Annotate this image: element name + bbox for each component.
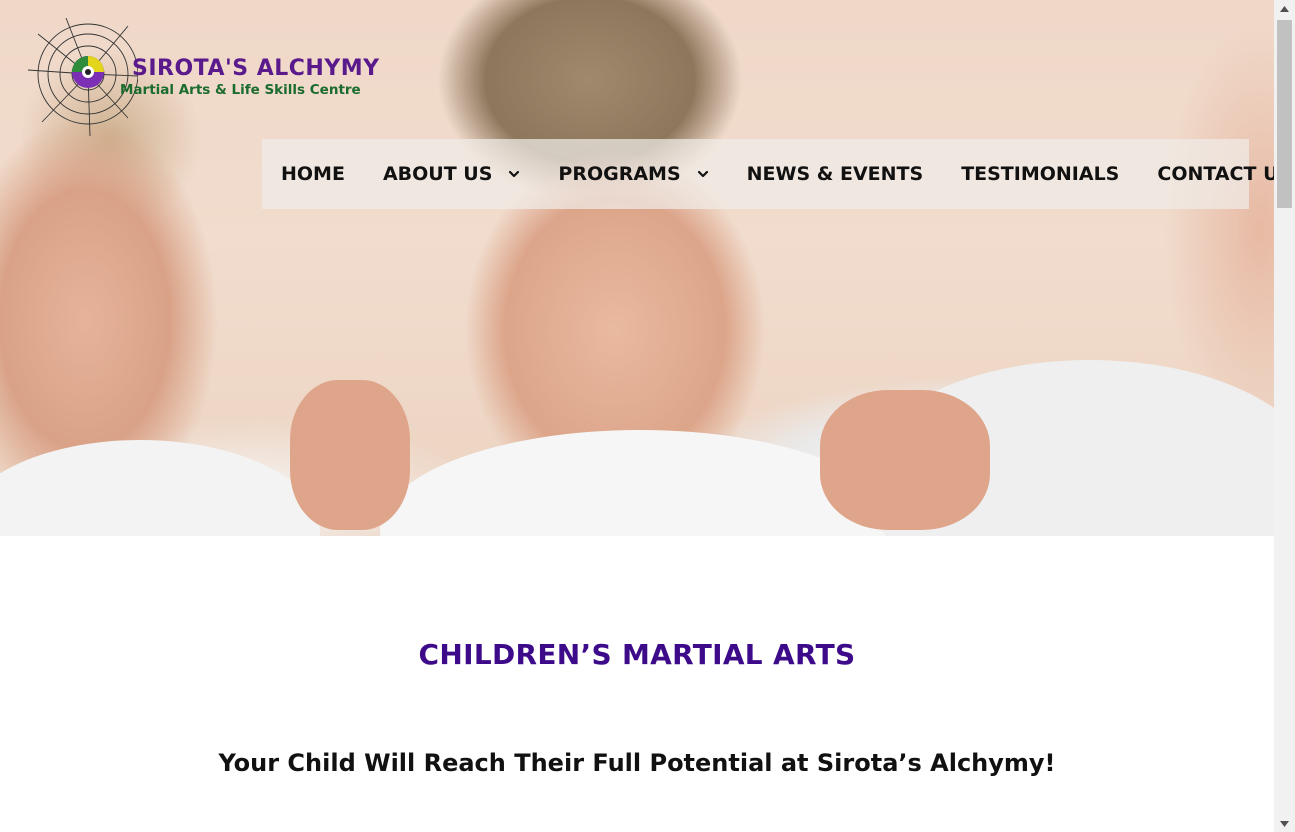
chevron-down-icon [697,170,708,178]
nav-item-label: ABOUT US [382,163,493,185]
logo-subtitle: Martial Arts & Life Skills Centre [120,82,361,98]
logo-title: SIROTA'S ALCHYMY [132,56,380,81]
nav-item-about-us[interactable]: ABOUT US [383,139,520,209]
main-navigation: HOME ABOUT US PROGRAMS NEWS & EVENTS TES… [262,139,1292,209]
hero-hand-right [820,390,990,530]
scroll-up-button[interactable] [1274,0,1295,17]
hero-shoulder-left [0,440,320,536]
scrollbar-thumb[interactable] [1277,20,1292,208]
chevron-down-icon [509,170,520,178]
page-heading: CHILDREN’S MARTIAL ARTS [418,638,856,671]
nav-item-label: HOME [281,163,345,185]
arrow-up-icon [1280,5,1289,12]
page-subheading: Your Child Will Reach Their Full Potenti… [218,749,1056,777]
hero-hand-left [290,380,410,530]
nav-item-news-events[interactable]: NEWS & EVENTS [747,139,924,209]
nav-item-label: NEWS & EVENTS [746,163,924,185]
nav-item-home[interactable]: HOME [281,139,345,209]
vertical-scrollbar[interactable] [1274,0,1295,832]
scroll-down-button[interactable] [1274,815,1295,832]
nav-item-programs[interactable]: PROGRAMS [558,139,708,209]
nav-item-label: CONTACT US [1157,163,1293,185]
spider-web-logo-icon [28,18,138,136]
site-logo[interactable]: SIROTA'S ALCHYMY Martial Arts & Life Ski… [28,18,418,136]
nav-item-contact-us[interactable]: CONTACT US [1157,139,1292,209]
nav-item-label: TESTIMONIALS [961,163,1120,185]
nav-item-testimonials[interactable]: TESTIMONIALS [961,139,1119,209]
arrow-down-icon [1280,820,1289,827]
nav-item-label: PROGRAMS [558,163,681,185]
